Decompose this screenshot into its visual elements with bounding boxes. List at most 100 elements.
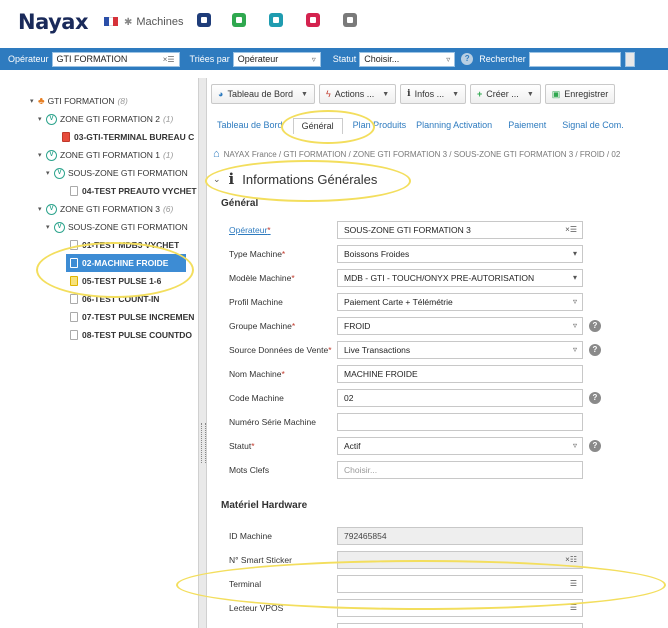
dashboard-button[interactable]: ◕ Tableau de Bord ▼ [211,84,315,104]
terminal-field[interactable]: ☰ [337,575,583,593]
vpos-reader-row: Lecteur VPOS ☰ [229,598,583,618]
caret-down-icon[interactable]: ▾ [38,151,46,159]
machine-icon [70,330,78,340]
sort-select[interactable]: Opérateur ▿ [232,51,321,67]
chevron-down-icon: ▿ [572,297,577,306]
detail-tabs: Tableau de Bord Général Plan Produits Pl… [217,118,634,134]
action-toolbar: ◕ Tableau de Bord ▼ ϟ Actions ... ▼ i Info… [211,84,616,106]
machine-code-input[interactable]: 02 [337,389,583,407]
clear-list-icon[interactable]: ×☰ [163,55,175,64]
info-icon: i [228,170,235,188]
tab-payment[interactable]: Paiement [508,120,562,134]
search-input[interactable] [528,51,621,67]
operator-label-link[interactable]: Opérateur* [229,225,337,235]
machine-name-input[interactable]: MACHINE FROIDE [337,365,583,383]
status-filter-select[interactable]: Choisir... ▿ [359,51,456,67]
tab-com-signal[interactable]: Signal de Com. [562,120,634,134]
list-icon[interactable]: ☰ [570,603,577,612]
machine-model-select[interactable]: MDB - GTI - TOUCH/ONYX PRE-AUTORISATION ▾ [337,269,583,287]
nayax-logo[interactable]: Nayax [18,10,89,34]
help-icon[interactable]: ? [461,53,474,65]
machines-menu[interactable]: ✱ Machines [124,16,183,28]
tree-item-machine[interactable]: 04-TEST PREAUTO VYCHET [70,182,197,200]
tab-dashboard[interactable]: Tableau de Bord [217,120,293,134]
caret-down-icon[interactable]: ▾ [30,97,38,105]
caret-down-icon[interactable]: ▾ [38,205,46,213]
panel-splitter[interactable] [198,78,207,628]
machine-alert-icon [62,132,70,142]
next-row-field[interactable] [337,623,583,628]
smart-sticker-field[interactable]: ×☷ [337,551,583,569]
chevron-down-icon: ⌄ [213,173,221,184]
tree-item-subzone[interactable]: ▾ V SOUS-ZONE GTI FORMATION [46,218,188,236]
serial-row: Numéro Série Machine [229,412,583,432]
vpos-reader-field[interactable]: ☰ [337,599,583,617]
machine-name-row: Nom Machine* MACHINE FROIDE [229,364,583,384]
keywords-input[interactable]: Choisir... [337,461,583,479]
machine-type-select[interactable]: Boissons Froides ▾ [337,245,583,263]
chevron-down-icon: ▿ [572,441,577,450]
alerts-nav-icon[interactable] [306,13,320,27]
tree-item-machine[interactable]: 03-GTI-TERMINAL BUREAU C [62,128,194,146]
top-header: Nayax ✱ Machines [0,0,668,44]
operator-field[interactable]: SOUS-ZONE GTI FORMATION 3 ×☰ [337,221,583,239]
section-title: Informations Générales [242,171,378,187]
machine-icon [70,294,78,304]
help-icon[interactable]: ? [589,440,601,452]
general-subsection-title: Général [221,198,259,209]
sort-label: Triées par [189,54,230,64]
chevron-down-icon: ▾ [572,273,577,282]
chevron-down-icon: ▿ [572,345,577,354]
machine-outline-icon: ⌂ [213,148,220,160]
french-flag-icon[interactable] [104,17,119,26]
search-button[interactable] [624,51,635,67]
tree-item-machine-selected[interactable]: 02-MACHINE FROIDE [66,254,186,272]
clear-list-icon[interactable]: ×☰ [565,225,577,234]
clear-list-icon[interactable]: ×☷ [565,555,577,564]
tree-item-machine[interactable]: 08-TEST PULSE COUNTDO [70,326,192,344]
tab-general[interactable]: Général [292,118,343,134]
smart-sticker-label: N° Smart Sticker [229,555,292,565]
serial-input[interactable] [337,413,583,431]
infos-button[interactable]: i Infos ... ▼ [400,84,467,104]
tree-item-machine[interactable]: 07-TEST PULSE INCREMEN [70,308,194,326]
tree-item-zone[interactable]: ▾ V ZONE GTI FORMATION 3 (6) [38,200,173,218]
help-icon[interactable]: ? [589,344,601,356]
machine-model-label: Modèle Machine* [229,273,295,283]
tree-item-subzone[interactable]: ▾ V SOUS-ZONE GTI FORMATION [46,164,188,182]
help-icon[interactable]: ? [589,320,601,332]
help-icon[interactable]: ? [589,392,601,404]
caret-down-icon[interactable]: ▾ [46,223,54,231]
status-select[interactable]: Actif ▿ [337,437,583,455]
serial-label: Numéro Série Machine [229,417,316,427]
subzone-icon: V [54,167,65,179]
operator-filter-input[interactable]: GTI FORMATION ×☰ [51,51,180,67]
section-header-general-info[interactable]: ⌄ i Informations Générales [213,170,377,188]
settings-nav-icon[interactable] [343,13,357,27]
save-button[interactable]: ▣ Enregistrer [544,84,616,104]
machine-icon [70,186,78,196]
tree-item-machine[interactable]: 01-TEST MDB3 VYCHET [70,236,179,254]
dashboard-nav-icon[interactable] [197,13,211,27]
tree-item-machine[interactable]: 06-TEST COUNT-IN [70,290,159,308]
tree-item-machine[interactable]: 05-TEST PULSE 1-6 [70,272,161,290]
tree-item-operator[interactable]: ▾ ♣ GTI FORMATION (8) [30,92,128,110]
machines-nav-icon[interactable] [232,13,246,27]
machine-profile-select[interactable]: Paiement Carte + Télémétrie ▿ [337,293,583,311]
caret-down-icon[interactable]: ▾ [38,115,46,123]
operator-icon: ♣ [38,95,45,107]
machine-group-select[interactable]: FROID ▿ [337,317,583,335]
keywords-label: Mots Clefs [229,465,270,475]
list-icon[interactable]: ☰ [570,579,577,588]
tree-item-zone[interactable]: ▾ V ZONE GTI FORMATION 2 (1) [38,110,173,128]
tab-product-plan[interactable]: Plan Produits [353,120,417,134]
zone-icon: V [46,203,57,215]
sales-source-select[interactable]: Live Transactions ▿ [337,341,583,359]
tab-activation-planning[interactable]: Planning Activation [416,120,508,134]
reports-nav-icon[interactable] [269,13,283,27]
actions-button[interactable]: ϟ Actions ... ▼ [318,84,397,104]
tree-item-zone[interactable]: ▾ V ZONE GTI FORMATION 1 (1) [38,146,173,164]
subzone-icon: V [54,221,65,233]
caret-down-icon[interactable]: ▾ [46,169,54,177]
create-button[interactable]: + Créer ... ▼ [470,84,541,104]
